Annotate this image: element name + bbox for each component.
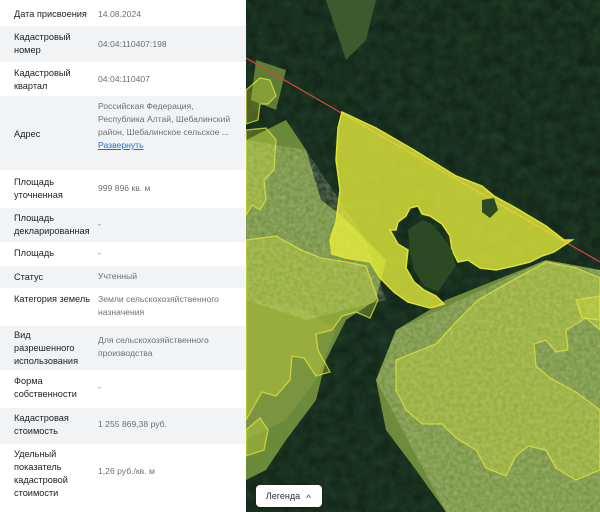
detail-value: - [98,248,101,258]
expand-address-link[interactable]: Развернуть [98,140,144,150]
detail-label: Площадь [14,248,54,258]
detail-row-area-specified: Площадь уточненная 999 896 кв. м [0,170,246,208]
detail-value: Учтенный [98,271,138,281]
detail-label: Площадь уточненная [14,177,63,200]
detail-value[interactable]: 04:04:110407 [98,73,238,86]
detail-row-land-category: Категория земель Земли сельскохозяйствен… [0,288,246,326]
detail-label: Кадастровый квартал [14,68,71,91]
chevron-up-icon [306,493,312,498]
legend-button[interactable]: Легенда [256,485,322,507]
detail-label: Кадастровый номер [14,32,71,55]
detail-value: Российская Федерация, Республика Алтай, … [98,100,238,152]
detail-row-cadastral-quarter: Кадастровый квартал 04:04:110407 [0,62,246,96]
detail-row-cadastral-value: Кадастровая стоимость 1 255 869,38 руб. [0,408,246,444]
detail-value: 999 896 кв. м [98,183,151,193]
detail-value: - [98,219,101,229]
detail-row-assign-date: Дата присвоения 14.08.2024 [0,0,246,26]
detail-value: 1,26 руб./кв. м [98,466,155,476]
map-view[interactable] [246,0,600,512]
detail-row-area-declared: Площадь декларированная - [0,208,246,242]
detail-label: Площадь декларированная [14,213,90,236]
satellite-map[interactable] [246,0,600,512]
detail-row-cadastral-number: Кадастровый номер 04:04:110407:198 [0,26,246,62]
detail-row-address: Адрес Российская Федерация, Республика А… [0,96,246,170]
detail-label: Адрес [14,129,41,139]
detail-label: Вид разрешенного использования [14,330,79,366]
detail-row-ownership: Форма собственности - [0,370,246,408]
detail-row-specific-value: Удельный показатель кадастровой стоимост… [0,444,246,512]
detail-value: 14.08.2024 [98,9,142,19]
detail-label: Форма собственности [14,376,77,399]
detail-value: - [98,382,101,392]
detail-value[interactable]: 04:04:110407:198 [98,38,238,51]
detail-row-permitted-use: Вид разрешенного использования Для сельс… [0,326,246,370]
detail-label: Удельный показатель кадастровой стоимост… [14,449,68,498]
detail-label: Кадастровая стоимость [14,413,69,436]
detail-value: 1 255 869,38 руб. [98,419,167,429]
legend-label: Легенда [265,491,301,501]
detail-label: Статус [14,272,44,282]
detail-value: Для сельскохозяйственного производства [98,335,209,358]
parcel-details-panel: Дата присвоения 14.08.2024 Кадастровый н… [0,0,246,512]
address-text: Российская Федерация, Республика Алтай, … [98,101,231,137]
detail-row-status: Статус Учтенный [0,266,246,288]
detail-label: Дата присвоения [14,9,87,19]
detail-label: Категория земель [14,294,90,304]
detail-row-area: Площадь - [0,242,246,266]
detail-value: Земли сельскохозяйственного назначения [98,294,219,317]
